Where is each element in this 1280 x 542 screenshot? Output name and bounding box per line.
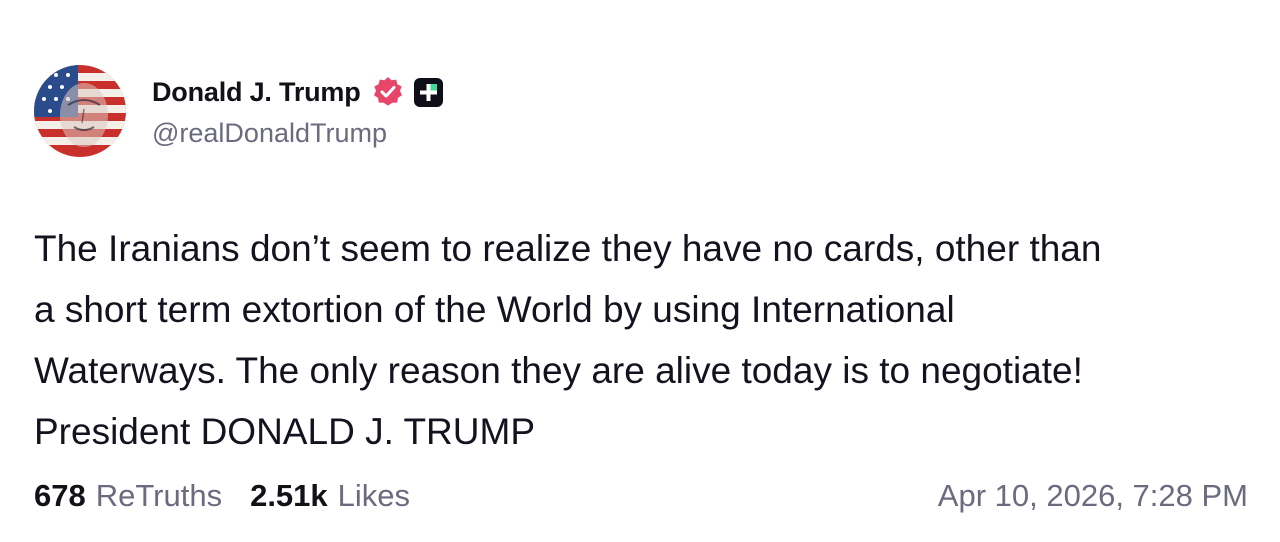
retruths-stat[interactable]: 678 ReTruths xyxy=(34,478,222,514)
post-body-line: Waterways. The only reason they are aliv… xyxy=(34,350,1083,391)
verified-badge-icon xyxy=(371,75,405,109)
avatar-flag-portrait-icon xyxy=(34,65,126,157)
likes-count: 2.51k xyxy=(250,478,328,513)
avatar[interactable] xyxy=(34,65,126,157)
author-display-name[interactable]: Donald J. Trump xyxy=(152,77,361,108)
post-body-line: President DONALD J. TRUMP xyxy=(34,411,535,452)
retruths-label: ReTruths xyxy=(95,478,223,513)
author-block: Donald J. Trump @realDonaldTrump xyxy=(152,70,444,149)
truth-plus-badge-icon xyxy=(413,77,444,108)
likes-stat[interactable]: 2.51k Likes xyxy=(250,478,410,514)
name-row: Donald J. Trump xyxy=(152,70,444,114)
truth-post: Donald J. Trump @realDonaldTrump The Ira… xyxy=(0,0,1280,542)
retruths-count: 678 xyxy=(34,478,86,513)
likes-label: Likes xyxy=(337,478,411,513)
author-handle[interactable]: @realDonaldTrump xyxy=(152,118,444,149)
post-body-line: The Iranians don’t seem to realize they … xyxy=(34,228,1102,269)
post-body-line: a short term extortion of the World by u… xyxy=(34,289,955,330)
post-timestamp[interactable]: Apr 10, 2026, 7:28 PM xyxy=(938,478,1248,514)
post-stats: 678 ReTruths 2.51k Likes xyxy=(34,478,438,514)
post-body: The Iranians don’t seem to realize they … xyxy=(34,218,1264,462)
